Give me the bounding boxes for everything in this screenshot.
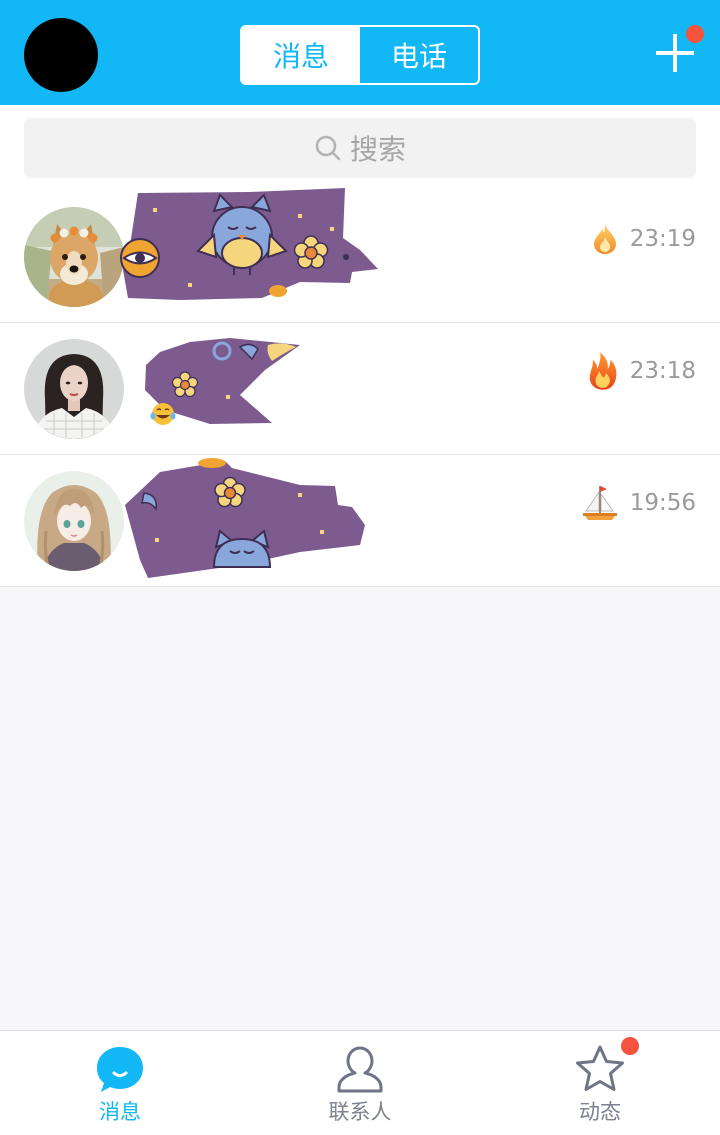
search-icon [315,135,341,161]
bottom-tab-bar: 消息 联系人 动态 [0,1030,720,1135]
conversation-row[interactable]: 23:18 [0,323,720,455]
notification-dot [686,25,704,43]
tab-calls[interactable]: 电话 [360,27,478,83]
conversation-row[interactable]: 23:19 [0,188,720,323]
chat-bubble-icon [97,1047,143,1092]
bottom-tab-label: 消息 [99,1100,141,1124]
my-avatar[interactable] [24,18,98,92]
bottom-tab-label: 联系人 [328,1100,392,1124]
bottom-tab-messages[interactable]: 消息 [0,1031,240,1135]
redaction-sticker [145,338,300,425]
conversation-time: 23:18 [629,358,696,384]
conversation-time: 19:56 [629,490,696,516]
redaction-sticker [120,188,378,300]
notification-dot [621,1037,639,1055]
fire-icon [589,352,617,390]
redaction-sticker [125,458,365,578]
bottom-tab-contacts[interactable]: 联系人 [240,1031,480,1135]
person-icon [337,1046,383,1093]
sailboat-icon [582,486,617,520]
message-list-panel: 搜索 23:19 23:18 19:56 [0,105,720,587]
flame-icon [593,224,616,254]
bottom-tab-moments[interactable]: 动态 [480,1031,720,1135]
conversation-meta: 23:18 [588,352,696,390]
conversation-time: 23:19 [629,226,696,252]
conversation-meta: 23:19 [592,221,696,257]
search-placeholder: 搜索 [349,133,406,166]
bottom-tab-label: 动态 [579,1100,621,1124]
tab-messages[interactable]: 消息 [242,27,360,83]
top-bar: 消息 电话 [0,0,720,105]
conversation-row[interactable]: 19:56 [0,455,720,587]
search-bar[interactable]: 搜索 [24,118,696,178]
star-icon [576,1045,624,1091]
conversation-meta: 19:56 [582,485,696,521]
segmented-control: 消息 电话 [240,25,480,85]
